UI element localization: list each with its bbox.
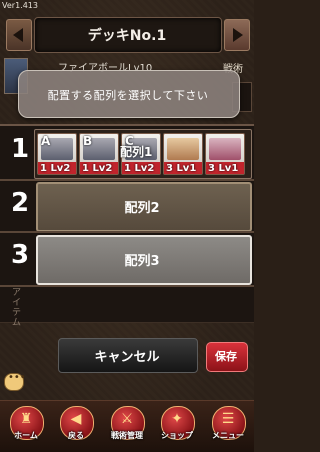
nav-shop-label: ショップ: [161, 431, 193, 440]
next-deck-button[interactable]: [224, 19, 250, 51]
unit-portrait: [209, 138, 241, 160]
unit-level: 1 Lv2: [124, 163, 155, 174]
unit-level: 1 Lv2: [40, 163, 71, 174]
nav-menu-label: メニュー: [212, 431, 244, 440]
nav-home-label: ホーム: [14, 431, 38, 440]
formation-number-1: 1: [10, 134, 30, 164]
back-arrow-glyph: ◀: [70, 411, 82, 427]
nav-menu-button[interactable]: ☰ メニュー: [206, 404, 250, 448]
formation-number-3: 3: [10, 240, 30, 270]
prompt-text: 配置する配列を選択して下さい: [47, 89, 209, 102]
arrow-left-icon: [13, 28, 23, 42]
castle-glyph: ♜: [19, 411, 33, 427]
row-divider: [0, 231, 254, 233]
cancel-label: キャンセル: [94, 350, 160, 365]
version-label: Ver1.413: [2, 1, 38, 10]
deck-title: デッキNo.1: [87, 28, 167, 44]
item-section-label: アイテム: [12, 288, 22, 328]
shop-glyph: ✦: [171, 411, 183, 427]
unit-card-d[interactable]: 3 Lv1: [163, 133, 203, 175]
formation-3-label: 配列3: [124, 254, 160, 269]
arrow-right-icon: [233, 28, 243, 42]
unit-level: 1 Lv2: [82, 163, 113, 174]
nav-back-button[interactable]: ◀ 戻る: [54, 404, 98, 448]
formation-1-label: 配列1: [120, 145, 153, 159]
unit-letter: A: [41, 134, 51, 148]
tactics-glyph: ⚔: [120, 411, 134, 427]
save-label: 保存: [215, 350, 237, 363]
unit-level: 3 Lv1: [208, 163, 239, 174]
menu-glyph: ☰: [221, 411, 235, 427]
nav-shop-button[interactable]: ✦ ショップ: [155, 404, 199, 448]
row-divider: [0, 285, 254, 287]
formation-2-label: 配列2: [124, 201, 160, 216]
formation-number-2: 2: [10, 188, 30, 218]
unit-level: 3 Lv1: [166, 163, 197, 174]
nav-tactics-label: 戦術管理: [111, 431, 143, 440]
unit-letter: B: [83, 134, 93, 148]
row-divider: [0, 179, 254, 181]
unit-card-b[interactable]: B 1 Lv2: [79, 133, 119, 175]
unit-card-e[interactable]: 3 Lv1: [205, 133, 245, 175]
unit-portrait: [167, 138, 199, 160]
previous-deck-button[interactable]: [6, 19, 32, 51]
nav-home-button[interactable]: ♜ ホーム: [4, 404, 48, 448]
chat-icon[interactable]: •••: [4, 372, 26, 391]
unit-card-a[interactable]: A 1 Lv2: [37, 133, 77, 175]
nav-tactics-button[interactable]: ⚔ 戦術管理: [105, 404, 149, 448]
nav-back-label: 戻る: [68, 431, 84, 440]
